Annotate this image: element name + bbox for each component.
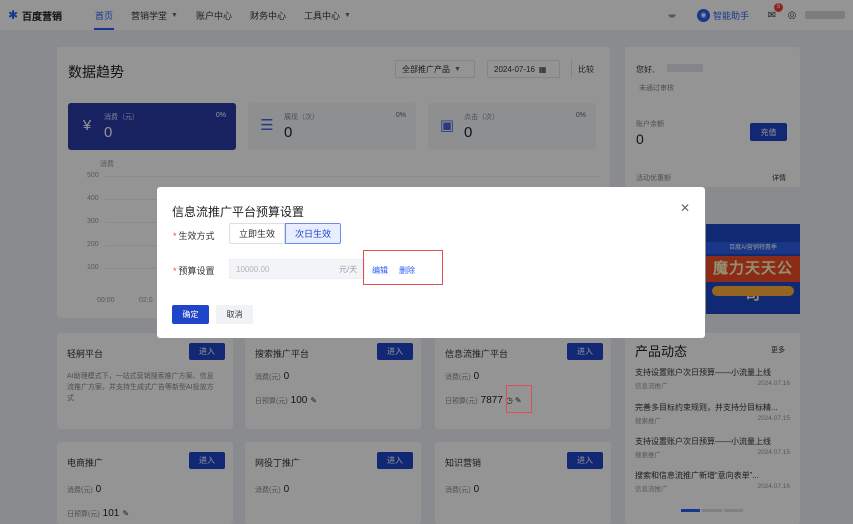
budget-setting-label-text: 预算设置	[178, 266, 215, 276]
cancel-button[interactable]: 取消	[216, 305, 253, 324]
confirm-label: 确定	[182, 310, 199, 319]
effect-next-day-option[interactable]: 次日生效	[285, 223, 342, 244]
budget-setting-label: * 预算设置	[173, 264, 215, 277]
budget-settings-dialog: 信息流推广平台预算设置 ✕ *生效方式 立即生效 次日生效 *预算设置 元/天 …	[157, 187, 705, 338]
effect-mode-label-text: 生效方式	[178, 231, 215, 241]
option-label: 次日生效	[295, 229, 332, 239]
effect-immediate-option[interactable]: 立即生效	[229, 223, 286, 244]
effect-mode-toggle: 立即生效 次日生效	[229, 223, 342, 244]
required-asterisk: *	[173, 266, 177, 276]
close-icon[interactable]: ✕	[680, 201, 690, 215]
highlight-box-budget-icons	[506, 385, 532, 413]
cancel-label: 取消	[226, 310, 243, 319]
budget-unit: 元/天	[339, 265, 358, 274]
effect-mode-label: * 生效方式	[173, 229, 215, 242]
edit-link[interactable]: 编辑	[372, 265, 388, 276]
dialog-title: 信息流推广平台预算设置	[172, 205, 305, 219]
option-label: 立即生效	[239, 229, 276, 239]
delete-link[interactable]: 删除	[399, 265, 415, 276]
confirm-button[interactable]: 确定	[172, 305, 209, 324]
required-asterisk: *	[173, 231, 177, 241]
